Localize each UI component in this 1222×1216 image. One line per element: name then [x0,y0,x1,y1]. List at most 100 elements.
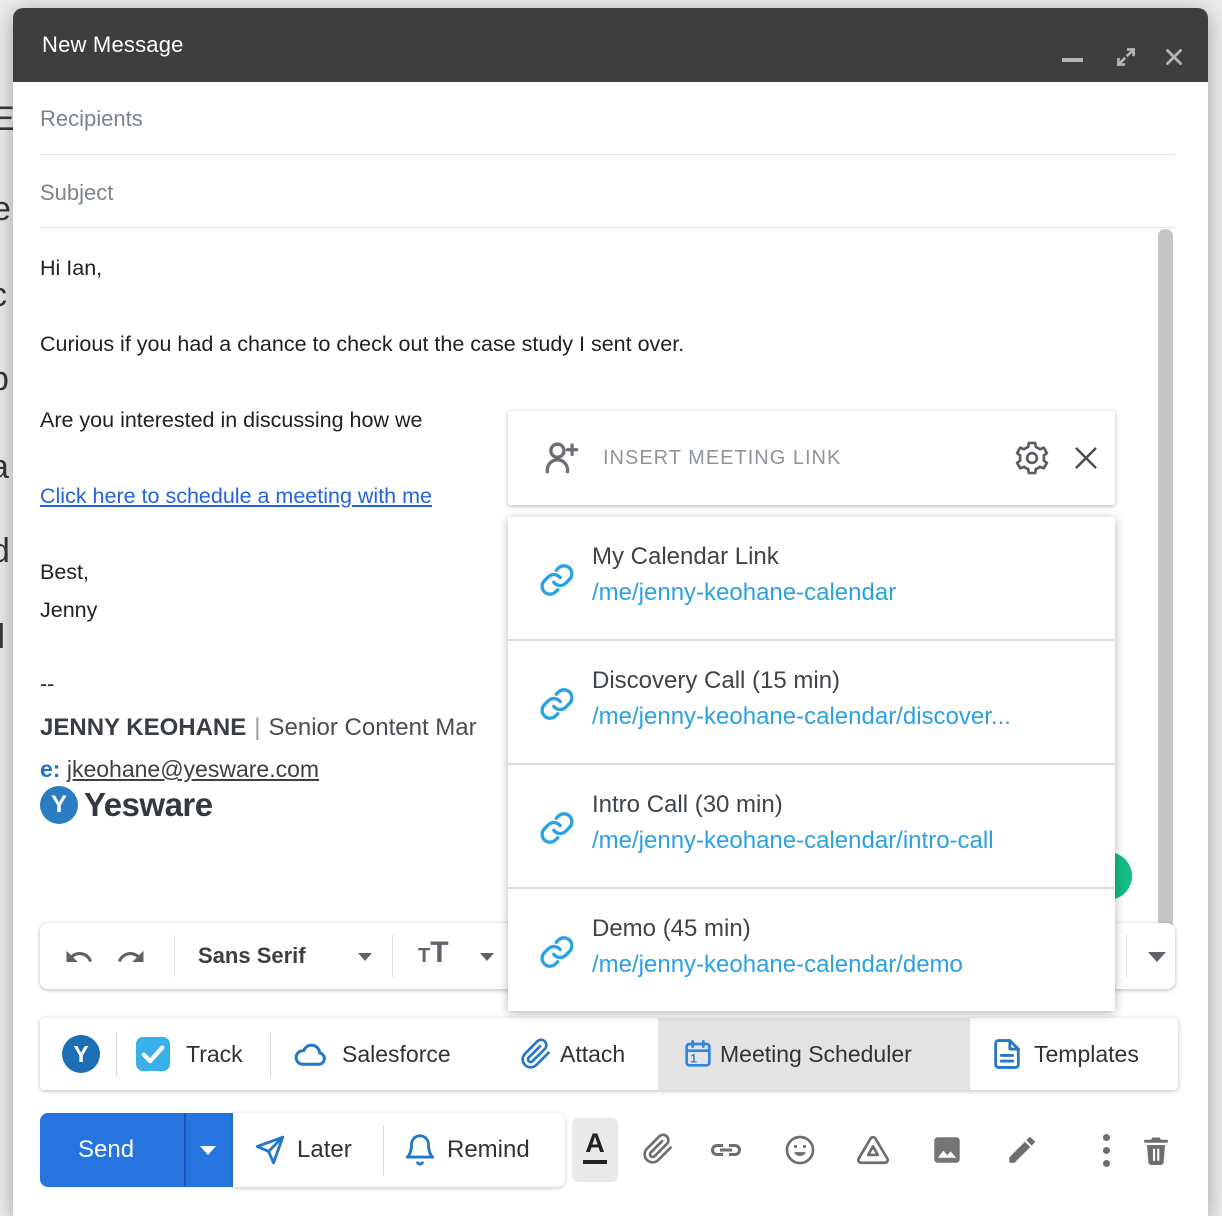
settings-gear-icon[interactable] [1013,439,1051,477]
formatting-a-icon: A [583,1128,607,1164]
bg-letter-fragment: d [0,532,10,571]
popup-header: INSERT MEETING LINK [508,411,1115,505]
discard-trash-icon[interactable] [1138,1133,1174,1169]
signature-pen-icon[interactable] [1005,1133,1039,1167]
calendar-icon: 1 [682,1038,714,1070]
attach-label[interactable]: Attach [560,1018,625,1090]
schedule-meeting-link[interactable]: Click here to schedule a meeting with me [40,484,432,509]
redo-icon[interactable] [116,942,146,972]
body-line: Best, [40,560,89,585]
toolbar-divider [1126,935,1127,977]
insert-meeting-link-popup: INSERT MEETING LINK [508,411,1115,1011]
link-chain-icon [538,809,576,847]
track-label[interactable]: Track [186,1018,243,1090]
meeting-link-title: My Calendar Link [592,543,779,571]
popout-icon[interactable] [1113,44,1139,70]
page-background: E e c p a d tl New Message Recipients Su… [0,0,1222,1216]
formatting-options-button[interactable]: A [572,1118,618,1182]
remind-bell-icon[interactable] [403,1133,437,1167]
later-send-icon[interactable] [253,1133,287,1167]
later-remind-card: Later Remind [233,1113,565,1187]
meeting-link-url: /me/jenny-keohane-calendar [592,579,896,607]
insert-photo-icon[interactable] [930,1133,964,1167]
send-button-group: Send [40,1113,233,1187]
remind-label[interactable]: Remind [447,1113,530,1187]
link-chain-icon [538,933,576,971]
send-button[interactable]: Send [78,1113,134,1187]
recipients-field[interactable]: Recipients [40,106,143,132]
bg-letter-fragment: e [0,190,11,229]
window-title: New Message [42,8,184,82]
field-divider [40,227,1175,228]
bg-letter-fragment: c [0,276,7,315]
signature-email-line: e: jkeohane@yesware.com [40,756,319,783]
yesware-logo-text: Yesware [84,786,213,823]
popup-close-icon[interactable] [1070,442,1102,474]
body-line: Hi Ian, [40,256,102,281]
popup-gap [508,505,1115,517]
send-options-chevron-icon[interactable] [200,1146,216,1155]
insert-link-icon[interactable] [708,1140,744,1160]
meeting-scheduler-label: Meeting Scheduler [720,1018,912,1090]
bg-letter-fragment: p [0,360,9,399]
toolbar-divider [270,1032,271,1076]
templates-document-icon[interactable] [990,1037,1024,1071]
meeting-link-item[interactable]: Intro Call (30 min) /me/jenny-keohane-ca… [508,763,1115,887]
chevron-down-icon[interactable] [358,953,372,961]
emoji-icon[interactable] [783,1133,817,1167]
toolbar-divider [116,1032,117,1076]
meeting-link-title: Intro Call (30 min) [592,791,783,819]
yesware-toolbar-logo-icon[interactable]: Y [62,1035,100,1073]
meeting-link-item[interactable]: Discovery Call (15 min) /me/jenny-keohan… [508,639,1115,763]
meeting-link-url: /me/jenny-keohane-calendar/demo [592,951,963,979]
email-address[interactable]: jkeohane@yesware.com [67,756,319,782]
bg-letter-fragment: a [0,448,9,487]
toolbar-divider [392,935,393,977]
meeting-link-url: /me/jenny-keohane-calendar/discover... [592,703,1011,731]
compose-titlebar: New Message [13,8,1208,82]
meeting-link-title: Demo (45 min) [592,915,751,943]
toolbar-overflow-chevron-icon[interactable] [1148,952,1166,962]
salesforce-label[interactable]: Salesforce [342,1018,451,1090]
font-family-selector[interactable]: Sans Serif [198,923,306,989]
minimize-icon[interactable] [1062,58,1083,62]
signature-line: JENNY KEOHANE|Senior Content Mar [40,714,477,742]
more-options-icon[interactable] [1103,1128,1110,1173]
yesware-logo-icon: Y [40,786,78,824]
meeting-link-item[interactable]: My Calendar Link /me/jenny-keohane-calen… [508,517,1115,639]
person-add-icon [540,436,584,480]
body-line: Curious if you had a chance to check out… [40,332,684,357]
signature-divider: -- [40,672,54,697]
yesware-toolbar: Y Track Salesforce Attach [40,1018,1178,1090]
yesware-signature-logo: YYesware [40,786,213,824]
popup-title: INSERT MEETING LINK [603,411,841,505]
chevron-down-icon[interactable] [480,953,494,961]
toolbar-divider [174,935,175,977]
salesforce-cloud-icon[interactable] [292,1039,330,1069]
svg-text:1: 1 [690,1052,697,1066]
signature-separator: | [246,714,268,741]
email-label: e: [40,756,60,782]
attach-paperclip-icon[interactable] [520,1038,552,1070]
google-drive-icon[interactable] [856,1133,890,1167]
close-icon[interactable] [1161,44,1187,70]
body-scrollbar[interactable] [1158,229,1173,952]
meeting-link-list: My Calendar Link /me/jenny-keohane-calen… [508,517,1115,1011]
meeting-link-item[interactable]: Demo (45 min) /me/jenny-keohane-calendar… [508,887,1115,1011]
undo-icon[interactable] [64,942,94,972]
text-size-selector[interactable]: TT [418,936,449,970]
signature-role: Senior Content Mar [269,714,477,741]
meeting-scheduler-button[interactable]: 1 Meeting Scheduler [658,1018,970,1090]
signature-name: JENNY KEOHANE [40,714,246,741]
body-line: Are you interested in discussing how we [40,408,422,433]
subject-field[interactable]: Subject [40,180,113,206]
meeting-link-title: Discovery Call (15 min) [592,667,840,695]
track-checkbox[interactable] [136,1037,170,1071]
attach-files-icon[interactable] [642,1133,674,1165]
later-label[interactable]: Later [297,1113,352,1187]
templates-label[interactable]: Templates [1034,1018,1139,1090]
toolbar-divider [383,1125,384,1175]
link-chain-icon [538,685,576,723]
send-divider [184,1113,186,1187]
body-line: Jenny [40,598,97,623]
